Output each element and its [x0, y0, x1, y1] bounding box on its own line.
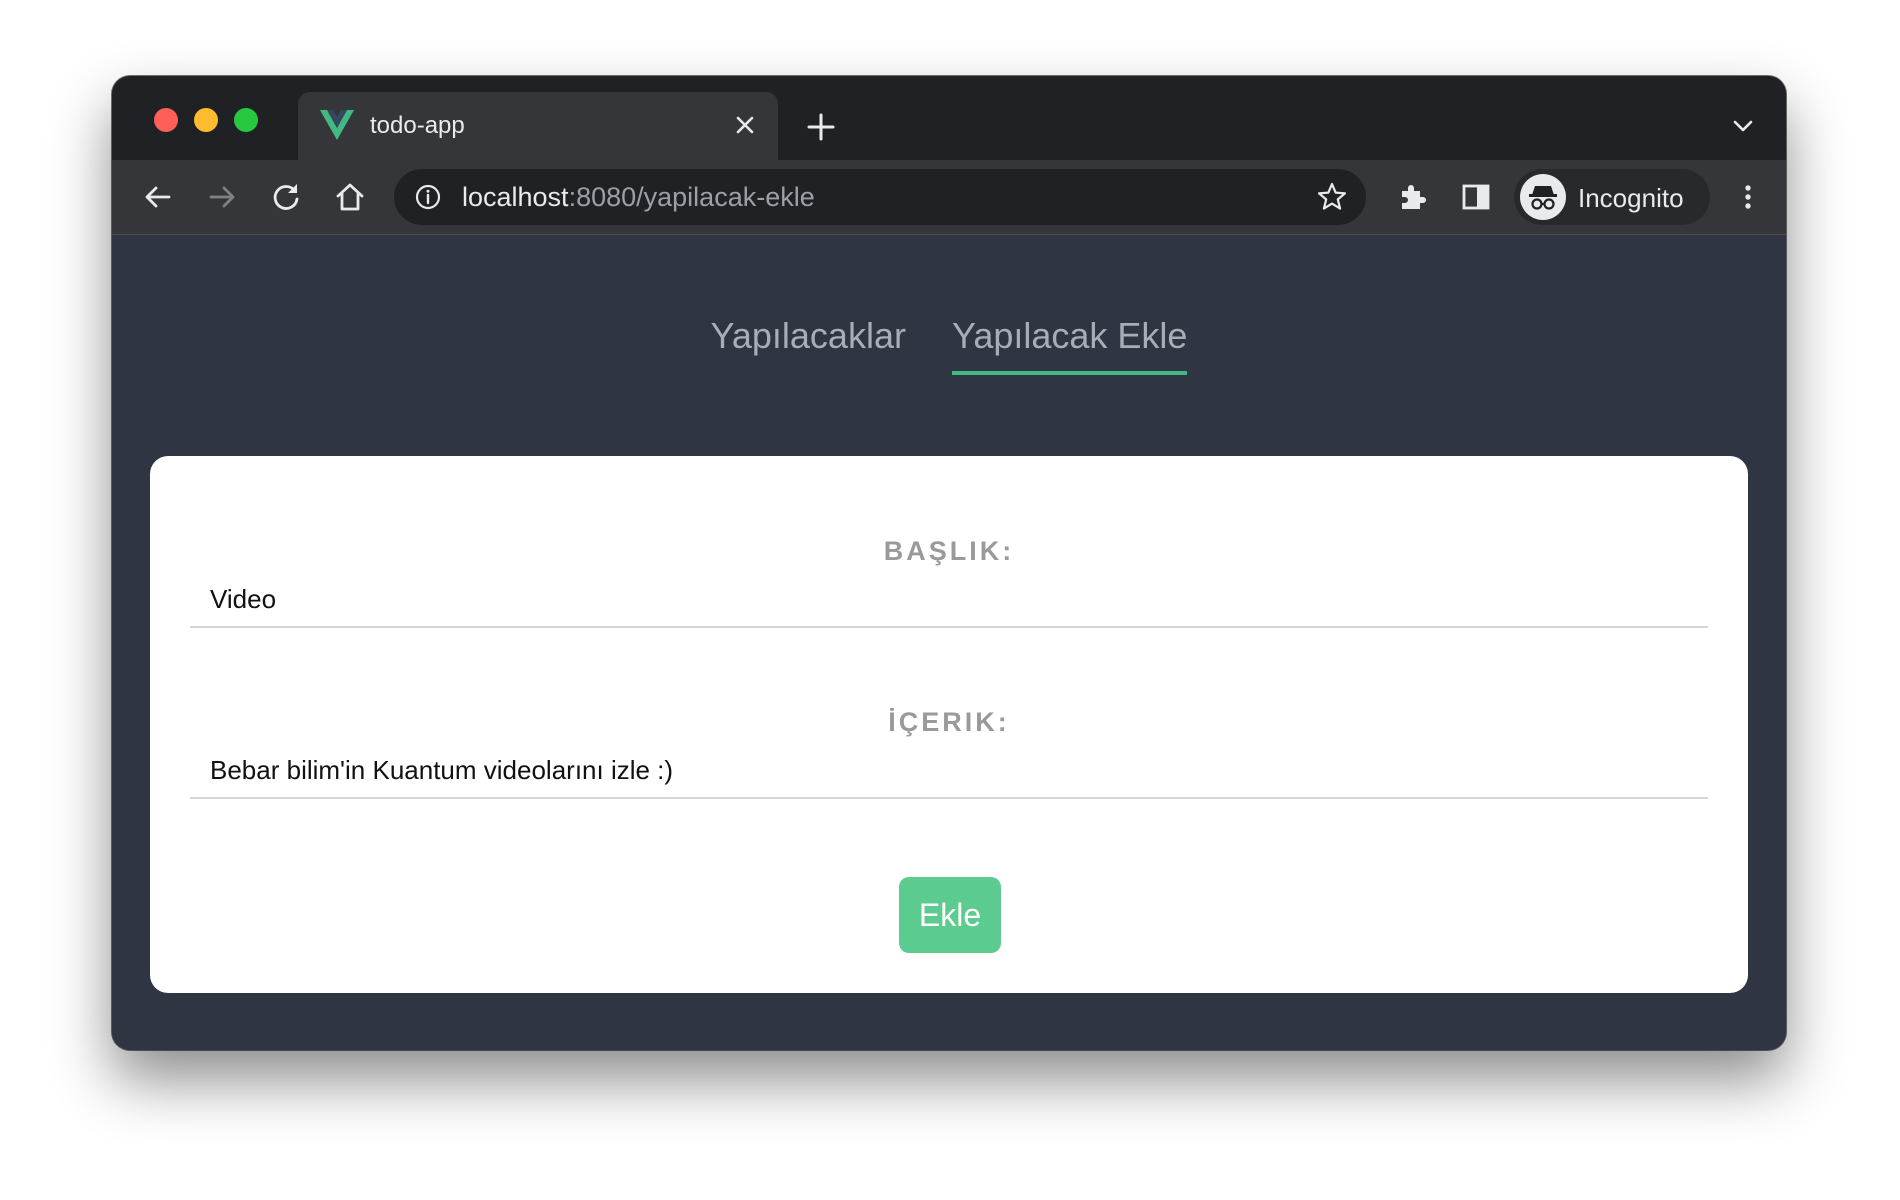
profile-label: Incognito	[1578, 183, 1684, 213]
close-tab-icon[interactable]	[730, 110, 760, 140]
home-icon[interactable]	[332, 179, 368, 215]
new-tab-icon[interactable]	[804, 110, 838, 144]
extensions-puzzle-icon[interactable]	[1394, 179, 1430, 215]
close-window-button[interactable]	[154, 108, 178, 132]
content-label: İÇERIK:	[888, 707, 1010, 737]
reload-icon[interactable]	[268, 179, 304, 215]
side-panel-icon[interactable]	[1458, 179, 1494, 215]
bookmark-star-icon[interactable]	[1316, 181, 1348, 213]
vue-logo-icon	[320, 110, 354, 140]
title-label: BAŞLIK:	[883, 536, 1015, 566]
url-path: :8080/yapilacak-ekle	[568, 182, 815, 212]
main-nav: Yapılacaklar Yapılacak Ekle	[112, 315, 1786, 375]
minimize-window-button[interactable]	[194, 108, 218, 132]
page-content: Yapılacaklar Yapılacak Ekle BAŞLIK: İÇER…	[112, 235, 1786, 1050]
site-info-icon[interactable]	[414, 183, 442, 211]
tab-strip: todo-app	[112, 76, 1786, 160]
url-text: localhost:8080/yapilacak-ekle	[462, 182, 815, 213]
tab-title: todo-app	[370, 112, 465, 139]
title-input[interactable]	[190, 572, 1708, 628]
url-host: localhost	[462, 182, 569, 212]
incognito-profile-button[interactable]: Incognito	[1514, 169, 1710, 225]
add-todo-form: BAŞLIK: İÇERIK: Ekle	[150, 456, 1748, 993]
address-bar[interactable]: localhost:8080/yapilacak-ekle	[394, 169, 1366, 225]
back-arrow-icon[interactable]	[140, 179, 176, 215]
add-button[interactable]: Ekle	[899, 877, 1001, 953]
nav-link-yapilacaklar[interactable]: Yapılacaklar	[711, 315, 906, 375]
browser-tab-active[interactable]: todo-app	[298, 92, 778, 160]
maximize-window-button[interactable]	[234, 108, 258, 132]
forward-arrow-icon[interactable]	[204, 179, 240, 215]
browser-window: todo-app localhost:8080/yapilacak-ekle I…	[112, 76, 1786, 1050]
more-menu-icon[interactable]	[1730, 179, 1766, 215]
nav-link-yapilacak-ekle[interactable]: Yapılacak Ekle	[951, 315, 1188, 375]
incognito-icon	[1520, 174, 1566, 220]
content-input[interactable]	[190, 743, 1708, 799]
browser-toolbar: localhost:8080/yapilacak-ekle Incognito	[112, 160, 1786, 235]
chevron-down-icon[interactable]	[1730, 116, 1756, 136]
